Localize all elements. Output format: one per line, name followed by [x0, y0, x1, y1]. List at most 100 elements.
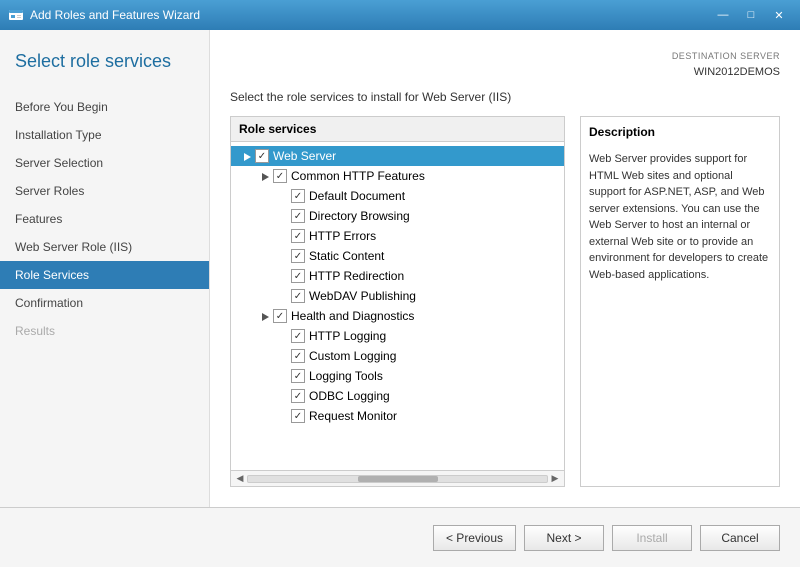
wizard-body: Select role services Before You BeginIns… [0, 30, 800, 567]
tree-item-custom-logging[interactable]: Custom Logging [231, 346, 564, 366]
wizard-content: Select role services Before You BeginIns… [0, 30, 800, 507]
tree-checkbox[interactable] [273, 169, 287, 183]
sidebar-item-web-server-role[interactable]: Web Server Role (IIS) [0, 233, 209, 261]
tree-item-label: HTTP Logging [309, 329, 386, 343]
tree-item-label: HTTP Errors [309, 229, 376, 243]
cancel-button[interactable]: Cancel [700, 525, 780, 551]
window-controls: — □ ✕ [710, 5, 792, 25]
tree-item-default-doc[interactable]: Default Document [231, 186, 564, 206]
tree-expand-icon [275, 228, 291, 244]
tree-expand-icon [275, 328, 291, 344]
tree-body[interactable]: Web Server Common HTTP Features Default Do… [231, 142, 564, 470]
tree-checkbox[interactable] [291, 369, 305, 383]
tree-checkbox[interactable] [291, 389, 305, 403]
main-content: DESTINATION SERVER WIN2012DEMOS Select t… [210, 30, 800, 507]
tree-item-label: Default Document [309, 189, 405, 203]
title-bar: Add Roles and Features Wizard — □ ✕ [0, 0, 800, 30]
tree-item-http-redirect[interactable]: HTTP Redirection [231, 266, 564, 286]
app-icon [8, 7, 24, 23]
tree-checkbox[interactable] [273, 309, 287, 323]
tree-item-label: Request Monitor [309, 409, 397, 423]
description-panel: Description Web Server provides support … [580, 116, 780, 487]
tree-checkbox[interactable] [291, 329, 305, 343]
wizard-footer: < Previous Next > Install Cancel [0, 507, 800, 567]
next-button[interactable]: Next > [524, 525, 604, 551]
sidebar-item-installation-type[interactable]: Installation Type [0, 121, 209, 149]
tree-item-label: Logging Tools [309, 369, 383, 383]
tree-item-dir-browsing[interactable]: Directory Browsing [231, 206, 564, 226]
sidebar-heading: Select role services [0, 50, 209, 93]
install-button[interactable]: Install [612, 525, 692, 551]
horizontal-scrollbar: ◀ ▶ [231, 470, 564, 486]
tree-item-label: Common HTTP Features [291, 169, 425, 183]
tree-checkbox[interactable] [291, 249, 305, 263]
sidebar-item-results: Results [0, 317, 209, 345]
tree-item-label: ODBC Logging [309, 389, 390, 403]
description-header: Description [589, 125, 771, 143]
sidebar-item-before-you-begin[interactable]: Before You Begin [0, 93, 209, 121]
tree-checkbox[interactable] [255, 149, 269, 163]
window-title: Add Roles and Features Wizard [30, 8, 200, 22]
tree-checkbox[interactable] [291, 229, 305, 243]
sidebar-item-confirmation[interactable]: Confirmation [0, 289, 209, 317]
tree-item-logging-tools[interactable]: Logging Tools [231, 366, 564, 386]
scroll-thumb [358, 476, 438, 482]
tree-checkbox[interactable] [291, 349, 305, 363]
tree-item-req-monitor[interactable]: Request Monitor [231, 406, 564, 426]
content-area: Role services Web Server Common HTTP Feat… [230, 116, 780, 487]
tree-expand-icon [275, 388, 291, 404]
sidebar-item-server-roles[interactable]: Server Roles [0, 177, 209, 205]
close-button[interactable]: ✕ [766, 5, 792, 25]
tree-item-common-http[interactable]: Common HTTP Features [231, 166, 564, 186]
tree-item-odbc-logging[interactable]: ODBC Logging [231, 386, 564, 406]
tree-checkbox[interactable] [291, 289, 305, 303]
tree-checkbox[interactable] [291, 209, 305, 223]
scroll-left-btn[interactable]: ◀ [233, 472, 247, 486]
tree-expand-icon [275, 368, 291, 384]
tree-item-label: Health and Diagnostics [291, 309, 414, 323]
tree-expand-icon [275, 248, 291, 264]
tree-expand-icon [275, 208, 291, 224]
sidebar-item-server-selection[interactable]: Server Selection [0, 149, 209, 177]
tree-expand-icon[interactable] [257, 168, 273, 184]
tree-checkbox[interactable] [291, 189, 305, 203]
title-bar-left: Add Roles and Features Wizard [8, 7, 200, 23]
tree-panel: Role services Web Server Common HTTP Feat… [230, 116, 565, 487]
tree-item-label: Directory Browsing [309, 209, 410, 223]
sidebar: Select role services Before You BeginIns… [0, 30, 210, 507]
tree-item-static-content[interactable]: Static Content [231, 246, 564, 266]
tree-item-http-errors[interactable]: HTTP Errors [231, 226, 564, 246]
tree-expand-icon[interactable] [257, 308, 273, 324]
tree-expand-icon[interactable] [239, 148, 255, 164]
tree-item-label: Web Server [273, 149, 336, 163]
destination-server-info: DESTINATION SERVER WIN2012DEMOS [230, 50, 780, 80]
destination-label: DESTINATION SERVER [230, 50, 780, 64]
page-subtitle: Select the role services to install for … [230, 90, 780, 104]
tree-expand-icon [275, 188, 291, 204]
description-text: Web Server provides support for HTML Web… [589, 151, 771, 283]
tree-expand-icon [275, 348, 291, 364]
tree-item-webdav[interactable]: WebDAV Publishing [231, 286, 564, 306]
maximize-button[interactable]: □ [738, 5, 764, 25]
tree-item-label: WebDAV Publishing [309, 289, 416, 303]
destination-value: WIN2012DEMOS [230, 64, 780, 81]
tree-checkbox[interactable] [291, 409, 305, 423]
tree-item-health-diag[interactable]: Health and Diagnostics [231, 306, 564, 326]
previous-button[interactable]: < Previous [433, 525, 516, 551]
tree-expand-icon [275, 408, 291, 424]
tree-expand-icon [275, 288, 291, 304]
sidebar-item-features[interactable]: Features [0, 205, 209, 233]
tree-checkbox[interactable] [291, 269, 305, 283]
tree-expand-icon [275, 268, 291, 284]
tree-panel-header: Role services [231, 117, 564, 142]
minimize-button[interactable]: — [710, 5, 736, 25]
scroll-track [247, 475, 548, 483]
tree-item-label: Custom Logging [309, 349, 396, 363]
scroll-right-btn[interactable]: ▶ [548, 472, 562, 486]
sidebar-item-role-services[interactable]: Role Services [0, 261, 209, 289]
sidebar-nav: Before You BeginInstallation TypeServer … [0, 93, 209, 345]
tree-item-label: HTTP Redirection [309, 269, 404, 283]
tree-item-http-logging[interactable]: HTTP Logging [231, 326, 564, 346]
tree-item-web-server[interactable]: Web Server [231, 146, 564, 166]
tree-item-label: Static Content [309, 249, 384, 263]
